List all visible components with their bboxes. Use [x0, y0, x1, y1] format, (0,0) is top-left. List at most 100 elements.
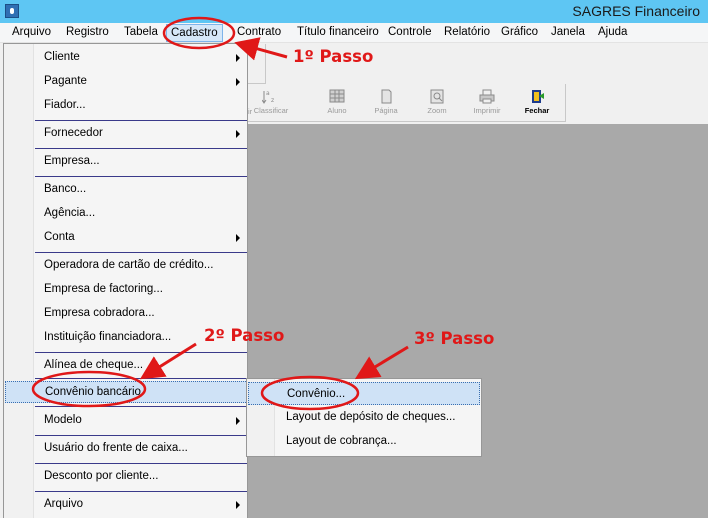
- menu-item-label: Convênio bancário: [45, 386, 141, 398]
- toolbar-pagina-label: Página: [374, 106, 398, 115]
- sort-az-icon: a z: [262, 90, 274, 104]
- menu-ajuda[interactable]: Ajuda: [598, 26, 627, 38]
- menu-item-label: Desconto por cliente...: [44, 470, 159, 482]
- menu-tabela[interactable]: Tabela: [124, 26, 158, 38]
- menu-item-label: Empresa cobradora...: [44, 307, 155, 319]
- menu-item-desconto-cliente[interactable]: Desconto por cliente...: [5, 466, 246, 488]
- menu-item-usuario-frente-caixa[interactable]: Usuário do frente de caixa...: [5, 438, 246, 460]
- menu-item-label: Operadora de cartão de crédito...: [44, 259, 214, 271]
- menu-separator: [35, 463, 247, 464]
- menu-item-label: Fornecedor: [44, 127, 103, 139]
- menu-item-empresa-factoring[interactable]: Empresa de factoring...: [5, 279, 246, 301]
- menu-item-label: Usuário do frente de caixa...: [44, 442, 188, 454]
- toolbar-zoom-button[interactable]: Zoom: [414, 86, 460, 120]
- grid-icon: [329, 89, 345, 103]
- submenu-item-label: Layout de depósito de cheques...: [286, 411, 456, 423]
- cadastro-menu: Cliente Pagante Fiador... Fornecedor Emp…: [3, 43, 248, 518]
- toolbar-panel-edge: [248, 44, 266, 84]
- window-title: SAGRES Financeiro: [572, 3, 700, 19]
- menu-item-fiador[interactable]: Fiador...: [5, 95, 246, 117]
- submenu-arrow-icon: [236, 78, 240, 86]
- menu-separator: [35, 252, 247, 253]
- submenu-arrow-icon: [236, 417, 240, 425]
- menu-item-arquivo[interactable]: Arquivo: [5, 494, 246, 516]
- menu-item-label: Conta: [44, 231, 75, 243]
- submenu-item-label: Convênio...: [287, 388, 346, 400]
- menu-item-empresa-cobradora[interactable]: Empresa cobradora...: [5, 303, 246, 325]
- menu-item-label: Cliente: [44, 51, 80, 63]
- menu-separator: [35, 378, 247, 379]
- menu-separator: [35, 406, 247, 407]
- toolbar: a z Classificar Aluno Página Zoom Imprim…: [248, 84, 566, 122]
- submenu-arrow-icon: [236, 54, 240, 62]
- menu-item-agencia[interactable]: Agência...: [5, 203, 246, 225]
- menu-item-label: Alínea de cheque...: [44, 359, 144, 371]
- menu-item-label: Fiador...: [44, 99, 86, 111]
- close-door-icon: [532, 90, 544, 103]
- submenu-item-convenio[interactable]: Convênio...: [248, 382, 480, 405]
- menu-controle[interactable]: Controle: [388, 26, 431, 38]
- menu-separator: [35, 491, 247, 492]
- menu-cadastro[interactable]: Cadastro: [166, 24, 223, 42]
- submenu-item-layout-deposito-cheques[interactable]: Layout de depósito de cheques...: [248, 406, 480, 429]
- menu-item-modelo[interactable]: Modelo: [5, 410, 246, 432]
- menu-item-label: Modelo: [44, 414, 82, 426]
- step1-annotation: 1º Passo: [293, 47, 374, 66]
- menu-item-cliente[interactable]: Cliente: [5, 47, 246, 69]
- convenio-bancario-submenu: Convênio... Layout de depósito de cheque…: [246, 378, 482, 457]
- menu-item-convenio-bancario[interactable]: Convênio bancário: [5, 381, 248, 403]
- submenu-item-label: Layout de cobrança...: [286, 435, 397, 447]
- menu-janela[interactable]: Janela: [551, 26, 585, 38]
- menu-separator: [35, 148, 247, 149]
- menu-item-pagante[interactable]: Pagante: [5, 71, 246, 93]
- app-icon: [5, 4, 19, 18]
- menu-contrato[interactable]: Contrato: [237, 26, 281, 38]
- menu-item-conta[interactable]: Conta: [5, 227, 246, 249]
- submenu-arrow-icon: [236, 501, 240, 509]
- toolbar-clipped-label: ir: [248, 107, 253, 116]
- toolbar-aluno-button[interactable]: Aluno: [314, 86, 360, 120]
- submenu-arrow-icon: [236, 130, 240, 138]
- menu-relatorio[interactable]: Relatório: [444, 26, 490, 38]
- menu-item-empresa[interactable]: Empresa...: [5, 151, 246, 173]
- toolbar-pagina-button[interactable]: Página: [363, 86, 409, 120]
- mdi-workspace: [248, 124, 708, 518]
- menu-item-label: Empresa de factoring...: [44, 283, 163, 295]
- toolbar-fechar-button[interactable]: Fechar: [514, 86, 560, 120]
- title-bar: SAGRES Financeiro: [0, 0, 708, 23]
- menu-item-label: Empresa...: [44, 155, 100, 167]
- toolbar-aluno-label: Aluno: [327, 106, 347, 115]
- menu-separator: [35, 120, 247, 121]
- menu-item-fornecedor[interactable]: Fornecedor: [5, 123, 246, 145]
- svg-text:a: a: [266, 90, 270, 97]
- zoom-icon: [430, 89, 444, 104]
- menu-titulo-financeiro[interactable]: Título financeiro: [297, 26, 379, 38]
- toolbar-zoom-label: Zoom: [427, 106, 447, 115]
- step3-annotation: 3º Passo: [414, 329, 495, 348]
- menu-separator: [35, 176, 247, 177]
- printer-icon: [479, 89, 495, 104]
- menu-item-operadora-cartao[interactable]: Operadora de cartão de crédito...: [5, 255, 246, 277]
- menu-separator: [35, 352, 247, 353]
- step2-annotation: 2º Passo: [204, 326, 285, 345]
- toolbar-imprimir-button[interactable]: Imprimir: [464, 86, 510, 120]
- menu-bar: Arquivo Registro Tabela Cadastro Contrat…: [0, 23, 708, 43]
- menu-item-label: Banco...: [44, 183, 87, 195]
- toolbar-imprimir-label: Imprimir: [473, 106, 501, 115]
- toolbar-fechar-label: Fechar: [524, 106, 550, 115]
- submenu-arrow-icon: [236, 234, 240, 242]
- page-icon: [381, 89, 392, 104]
- menu-item-label: Arquivo: [44, 498, 83, 510]
- menu-registro[interactable]: Registro: [66, 26, 109, 38]
- menu-grafico[interactable]: Gráfico: [501, 26, 538, 38]
- menu-item-alinea-cheque[interactable]: Alínea de cheque...: [5, 355, 246, 377]
- submenu-item-layout-cobranca[interactable]: Layout de cobrança...: [248, 430, 480, 453]
- toolbar-classificar-button[interactable]: a z Classificar: [248, 86, 294, 120]
- menu-item-banco[interactable]: Banco...: [5, 179, 246, 201]
- menu-item-label: Instituição financiadora...: [44, 331, 172, 343]
- svg-text:z: z: [271, 97, 274, 104]
- toolbar-classificar-label: Classificar: [253, 106, 289, 115]
- menu-item-label: Agência...: [44, 207, 96, 219]
- menu-item-label: Pagante: [44, 75, 87, 87]
- menu-arquivo[interactable]: Arquivo: [12, 26, 51, 38]
